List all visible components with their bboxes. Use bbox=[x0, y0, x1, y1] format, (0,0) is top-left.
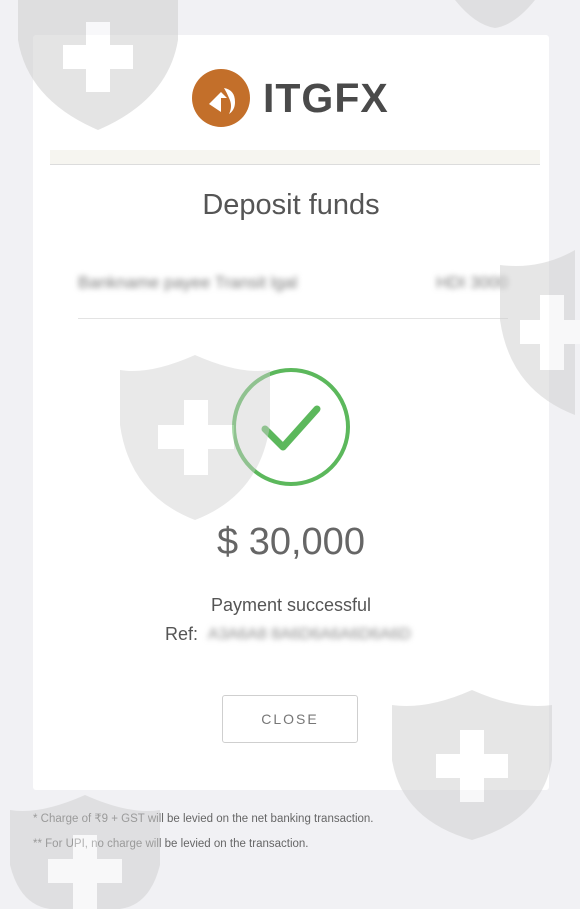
close-button[interactable]: CLOSE bbox=[222, 695, 358, 743]
brand-logo: ITGFX bbox=[191, 67, 401, 129]
account-divider bbox=[78, 318, 508, 319]
page-title: Deposit funds bbox=[202, 189, 380, 221]
check-circle-icon bbox=[232, 368, 350, 486]
ref-label: Ref: bbox=[165, 624, 199, 644]
upi-charge-note: ** For UPI, no charge will be levied on … bbox=[33, 838, 309, 850]
header-divider bbox=[50, 150, 540, 165]
account-code: HDI 3000 bbox=[436, 273, 508, 292]
payment-status: Payment successful bbox=[210, 595, 372, 615]
deposit-card: ITGFX Deposit funds Bankname payee Trans… bbox=[33, 35, 549, 790]
deposit-amount: $ 30,000 bbox=[217, 521, 365, 563]
account-row: Bankname payee Transit lgal HDI 3000 bbox=[78, 263, 508, 303]
payment-reference: Ref: A3A6A8 8A6D6A6A6D6A6D bbox=[165, 624, 411, 645]
net-banking-charge-note: * Charge of ₹9 + GST will be levied on t… bbox=[33, 813, 374, 825]
brand-name: ITGFX bbox=[263, 74, 389, 121]
ref-value: A3A6A8 8A6D6A6A6D6A6D bbox=[208, 625, 411, 643]
shield-plus-icon bbox=[455, 0, 535, 28]
itgfx-logo-icon bbox=[192, 69, 250, 127]
account-name: Bankname payee Transit lgal bbox=[78, 273, 298, 292]
